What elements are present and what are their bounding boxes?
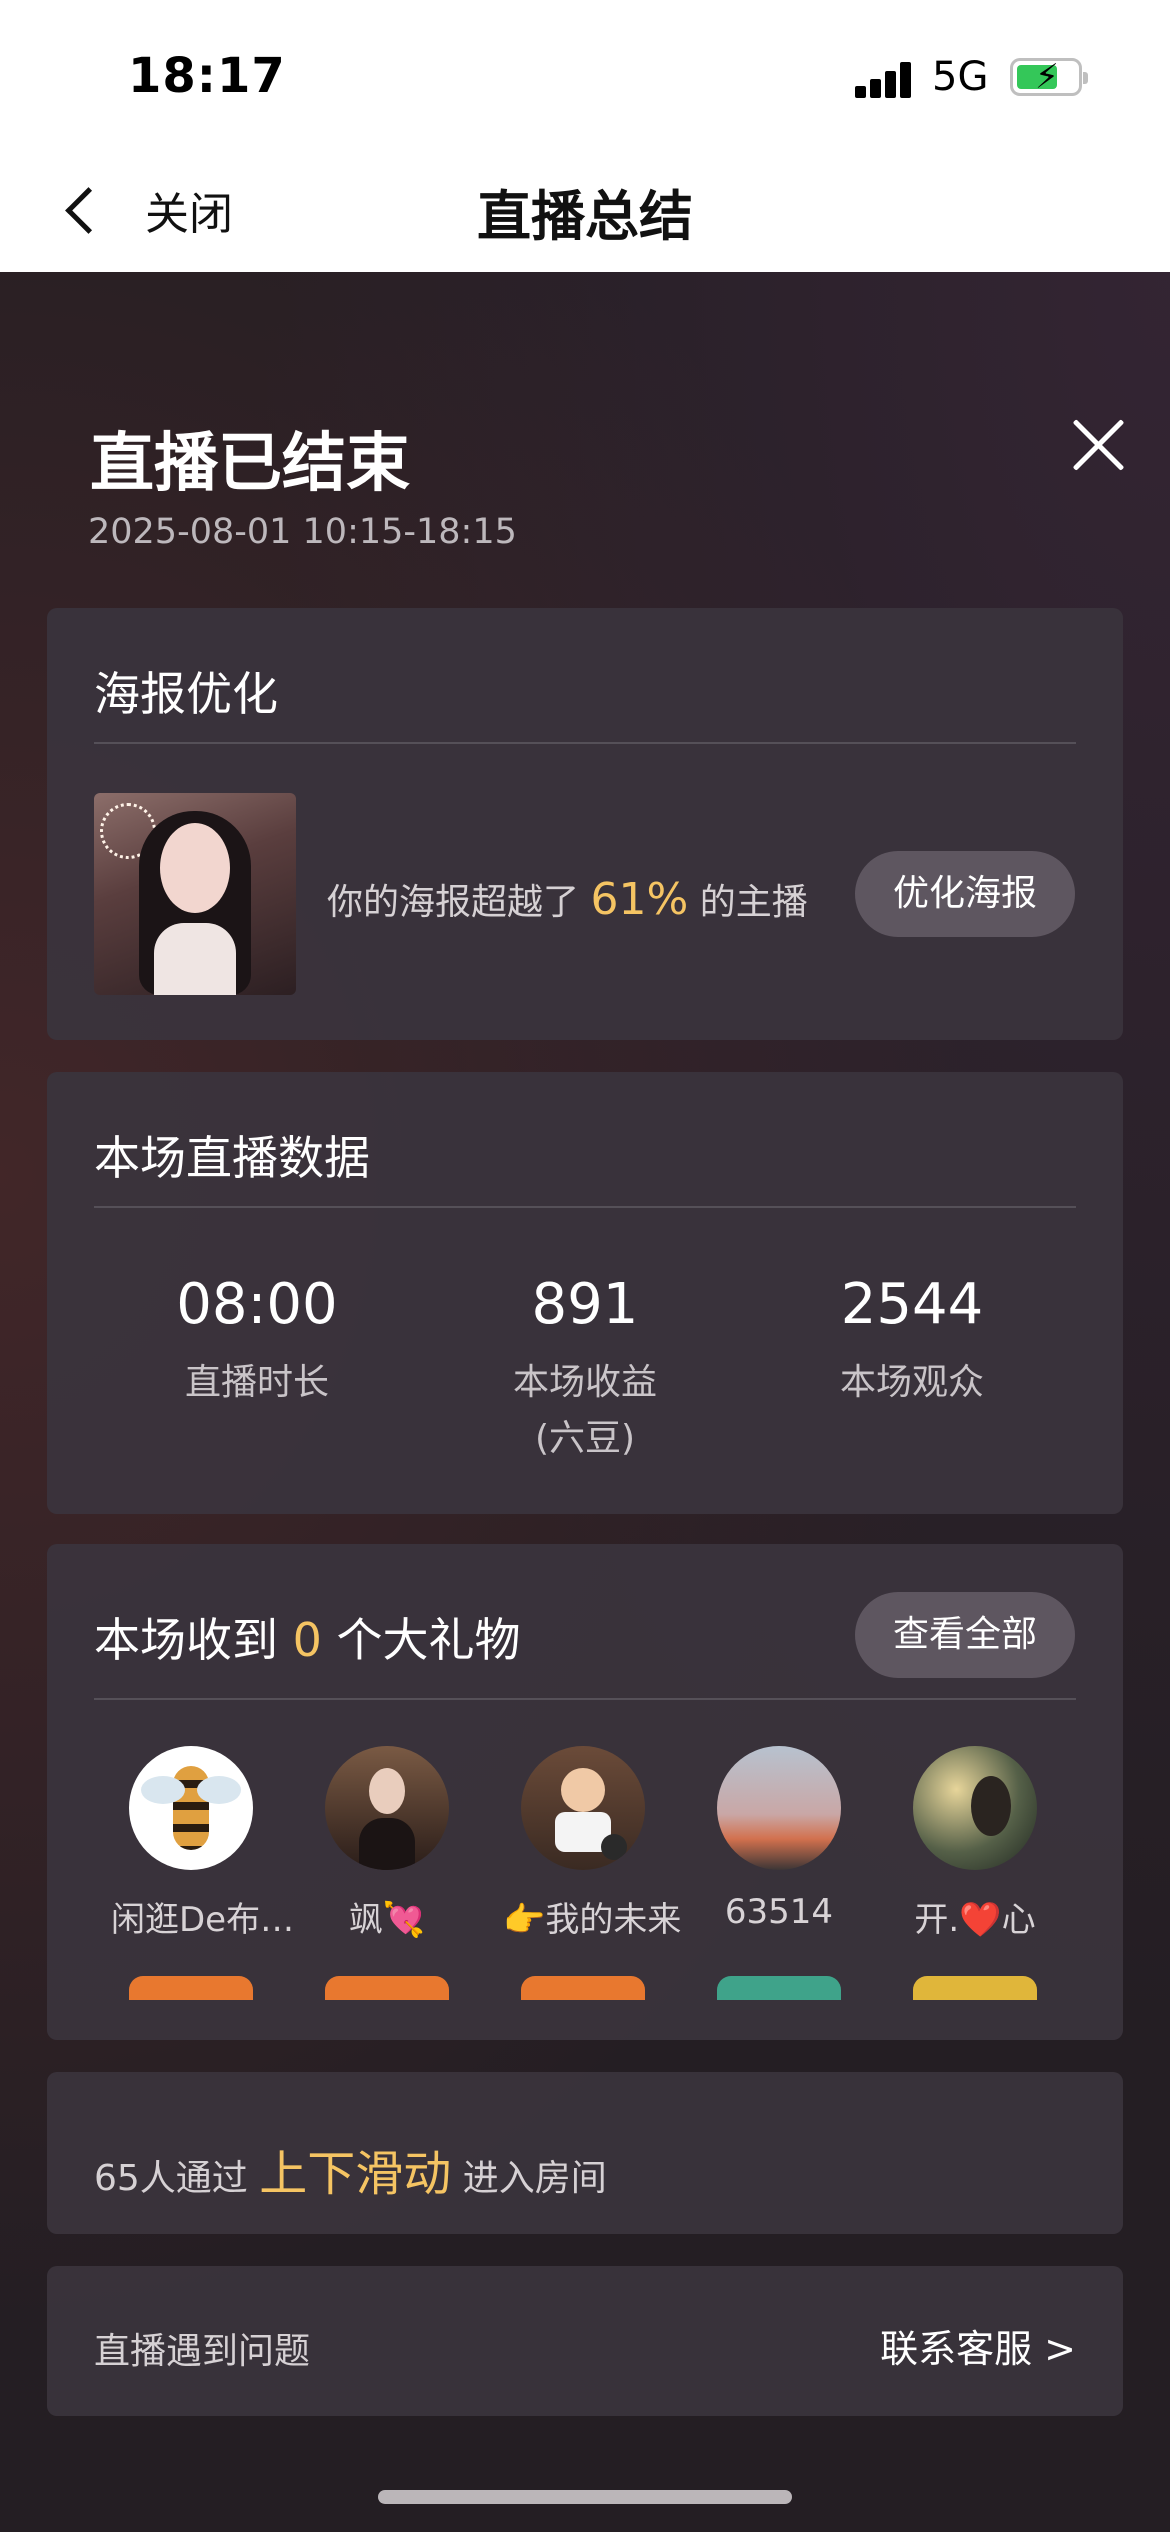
gifts-card: 本场收到 0 个大礼物 查看全部 闲逛De布… 飒💘 👉我的未来 63514 开…	[47, 1544, 1123, 2040]
close-icon[interactable]	[1070, 417, 1126, 473]
stat-earnings: 891 本场收益 (六豆)	[512, 1272, 657, 1459]
poster-card: 海报优化 你的海报超越了 61% 的主播 优化海报	[47, 608, 1123, 1040]
gifts-title: 本场收到 0 个大礼物	[94, 1613, 521, 1667]
status-bar: 18:17 5G ⚡	[0, 0, 1170, 140]
level-badge	[521, 1976, 645, 2000]
swipe-tip-text: 65人通过 上下滑动 进入房间	[94, 2146, 607, 2202]
gifter-item[interactable]: 开.❤️心	[895, 1746, 1055, 1941]
stat-duration: 08:00 直播时长	[176, 1272, 338, 1403]
poster-rank-text: 你的海报超越了 61% 的主播	[327, 874, 808, 925]
gifter-item[interactable]: 飒💘	[307, 1746, 467, 1941]
level-badge	[325, 1976, 449, 2000]
status-time: 18:17	[128, 48, 286, 104]
live-time-range: 2025-08-01 10:15-18:15	[88, 512, 517, 552]
divider	[94, 742, 1076, 744]
poster-card-title: 海报优化	[94, 667, 278, 721]
signal-icon	[855, 60, 915, 98]
avatar	[129, 1746, 253, 1870]
stat-viewers: 2544 本场观众	[839, 1272, 984, 1403]
live-stats-card: 本场直播数据 08:00 直播时长 891 本场收益 (六豆) 2544 本场观众	[47, 1072, 1123, 1514]
divider	[94, 1206, 1076, 1208]
swipe-tip-card: 65人通过 上下滑动 进入房间	[47, 2072, 1123, 2234]
gifter-item[interactable]: 👉我的未来	[503, 1746, 681, 1941]
nav-bar: 关闭 直播总结	[0, 140, 1170, 272]
gifter-item[interactable]: 闲逛De布…	[111, 1746, 294, 1941]
level-badge	[717, 1976, 841, 2000]
level-badge	[129, 1976, 253, 2000]
problem-card[interactable]: 直播遇到问题 联系客服 >	[47, 2266, 1123, 2416]
summary-content: 直播已结束 2025-08-01 10:15-18:15 海报优化 你的海报超越…	[0, 272, 1170, 2532]
battery-icon: ⚡	[1010, 58, 1088, 96]
view-all-button[interactable]: 查看全部	[855, 1592, 1075, 1678]
optimize-poster-button[interactable]: 优化海报	[855, 851, 1075, 937]
poster-percent: 61%	[590, 874, 689, 925]
poster-thumbnail[interactable]	[94, 793, 296, 995]
avatar	[521, 1746, 645, 1870]
divider	[94, 1698, 1076, 1700]
home-indicator[interactable]	[378, 2490, 792, 2504]
network-type: 5G	[932, 54, 989, 100]
contact-support-link[interactable]: 联系客服 >	[880, 2318, 1076, 2373]
avatar	[325, 1746, 449, 1870]
problem-label: 直播遇到问题	[94, 2331, 311, 2372]
live-ended-title: 直播已结束	[90, 427, 410, 501]
level-badge	[913, 1976, 1037, 2000]
stats-card-title: 本场直播数据	[94, 1131, 370, 1185]
gifter-item[interactable]: 63514	[699, 1746, 859, 1932]
avatar	[717, 1746, 841, 1870]
avatar	[913, 1746, 1037, 1870]
page-title: 直播总结	[477, 185, 693, 248]
